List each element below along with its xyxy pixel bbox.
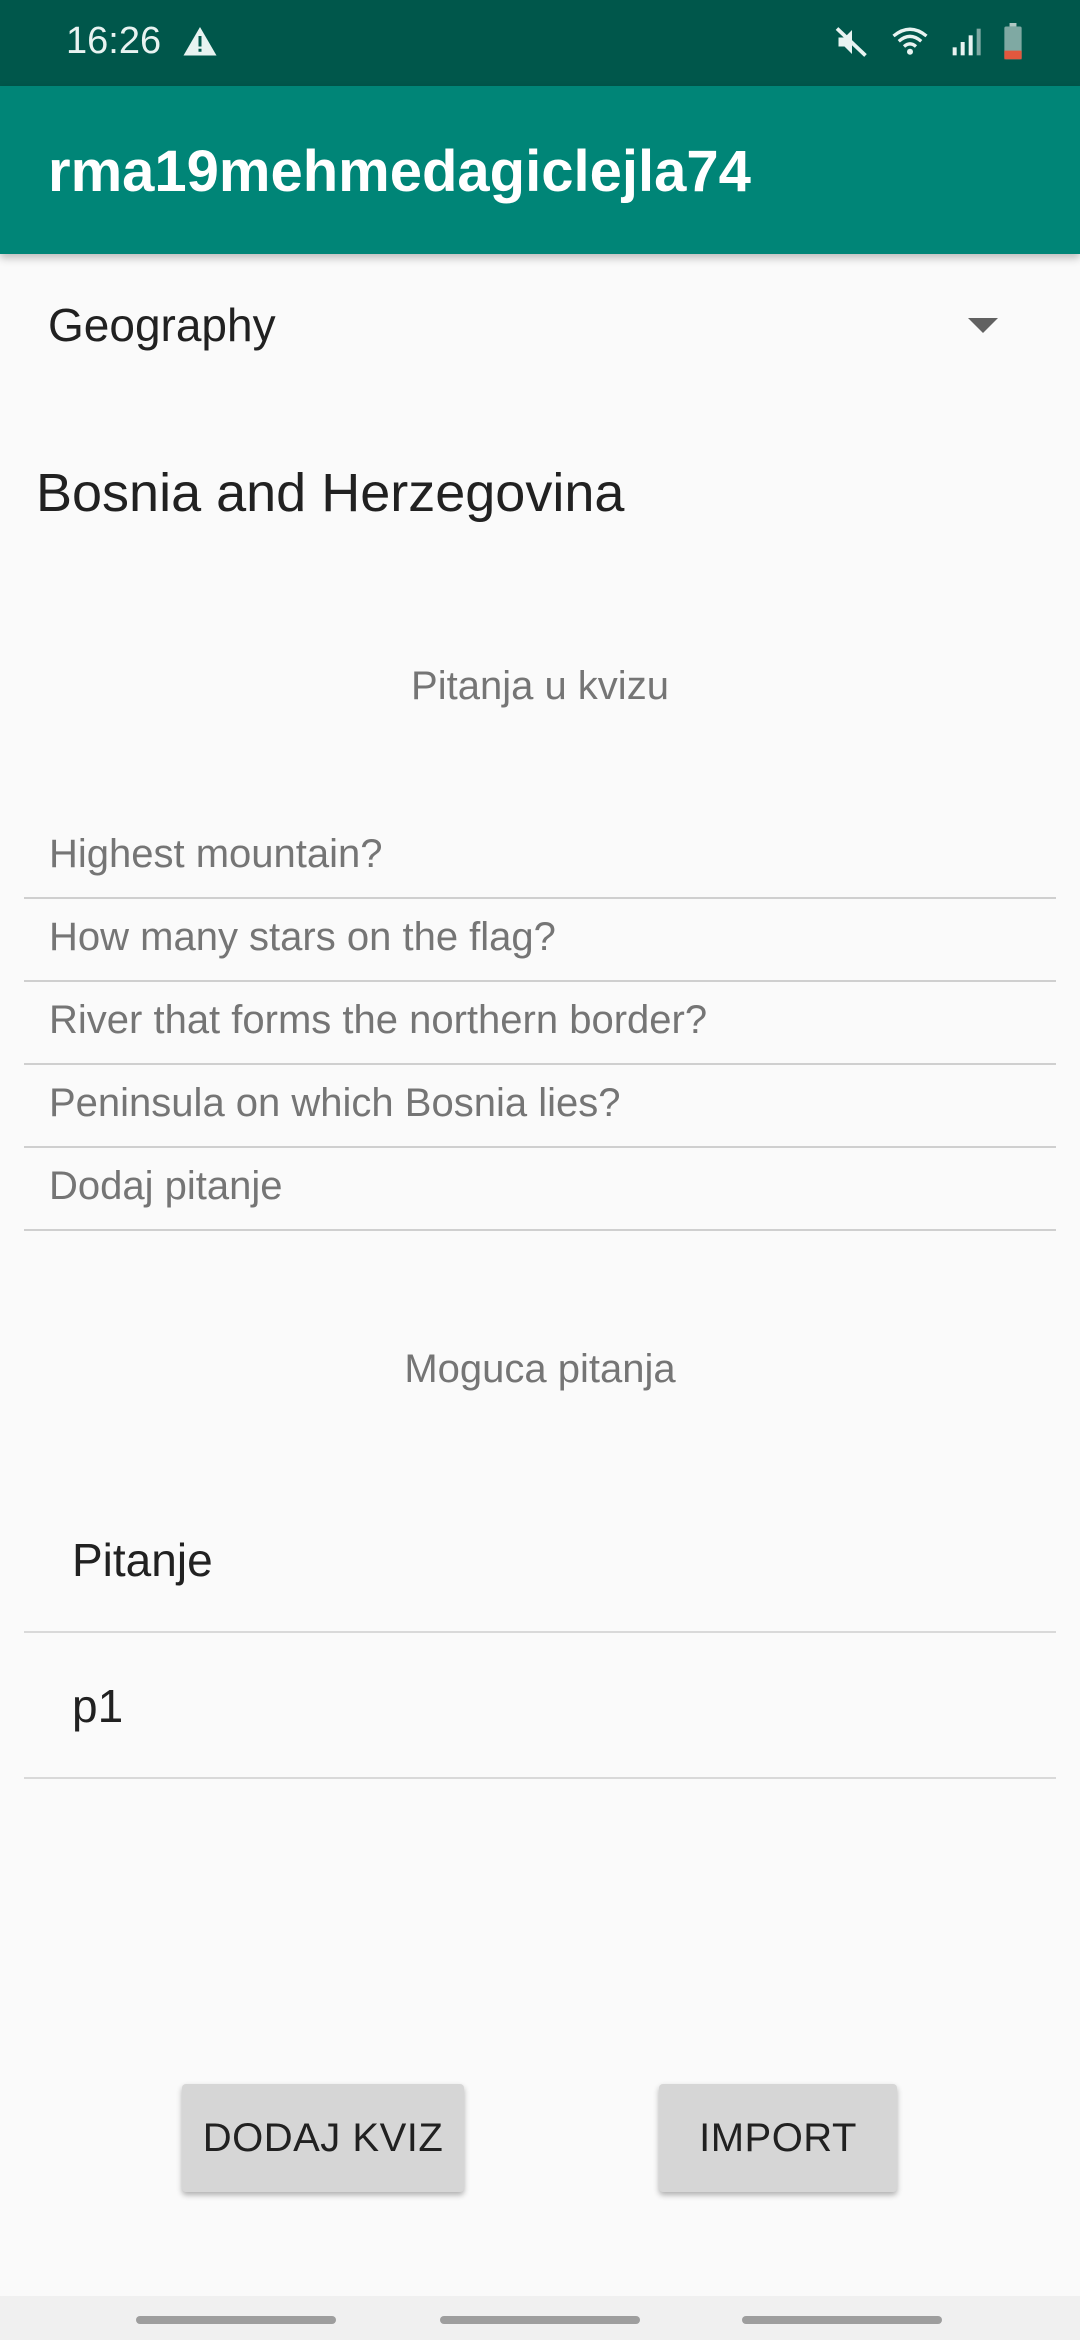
quiz-questions-list: Highest mountain? How many stars on the … — [24, 816, 1056, 1231]
import-button[interactable]: IMPORT — [659, 2084, 897, 2192]
system-icons — [834, 22, 1024, 62]
app-bar: rma19mehmedagiclejla74 — [0, 86, 1080, 254]
possible-questions-list: Pitanje p1 — [24, 1487, 1056, 1779]
quiz-question-item[interactable]: River that forms the northern border? — [24, 982, 1056, 1065]
wifi-icon — [892, 27, 928, 55]
quiz-name-field[interactable]: Bosnia and Herzegovina — [36, 462, 624, 524]
possible-question-label: Pitanje — [72, 1534, 213, 1586]
signal-icon — [952, 28, 981, 56]
nav-home-handle[interactable] — [440, 2316, 640, 2324]
quiz-question-item[interactable]: Peninsula on which Bosnia lies? — [24, 1065, 1056, 1148]
quiz-question-item[interactable]: Highest mountain? — [24, 816, 1056, 899]
warning-icon — [183, 27, 217, 56]
quiz-question-label: Peninsula on which Bosnia lies? — [49, 1081, 621, 1125]
battery-icon — [1004, 23, 1022, 60]
app-title: rma19mehmedagiclejla74 — [48, 139, 751, 204]
category-spinner[interactable]: Geography — [0, 270, 1080, 390]
navigation-bar — [0, 2296, 1080, 2340]
add-question-label: Dodaj pitanje — [49, 1164, 283, 1208]
quiz-question-item[interactable]: How many stars on the flag? — [24, 899, 1056, 982]
add-quiz-button[interactable]: DODAJ KVIZ — [182, 2084, 464, 2192]
nav-recents-handle[interactable] — [136, 2316, 336, 2324]
possible-questions-header: Moguca pitanja — [404, 1347, 676, 1391]
possible-question-item[interactable]: Pitanje — [24, 1487, 1056, 1633]
possible-question-item[interactable]: p1 — [24, 1633, 1056, 1779]
mute-icon — [835, 27, 867, 57]
quiz-questions-header: Pitanja u kvizu — [411, 664, 669, 708]
category-spinner-value: Geography — [48, 299, 276, 351]
quiz-question-label: Highest mountain? — [49, 832, 383, 876]
quiz-question-label: River that forms the northern border? — [49, 998, 708, 1042]
possible-question-label: p1 — [72, 1680, 124, 1732]
quiz-question-label: How many stars on the flag? — [49, 915, 556, 959]
dropdown-arrow-icon — [968, 318, 998, 333]
status-time: 16:26 — [66, 20, 162, 62]
add-question-item[interactable]: Dodaj pitanje — [24, 1148, 1056, 1231]
status-bar: 16:26 — [0, 0, 1080, 86]
nav-back-handle[interactable] — [742, 2316, 942, 2324]
